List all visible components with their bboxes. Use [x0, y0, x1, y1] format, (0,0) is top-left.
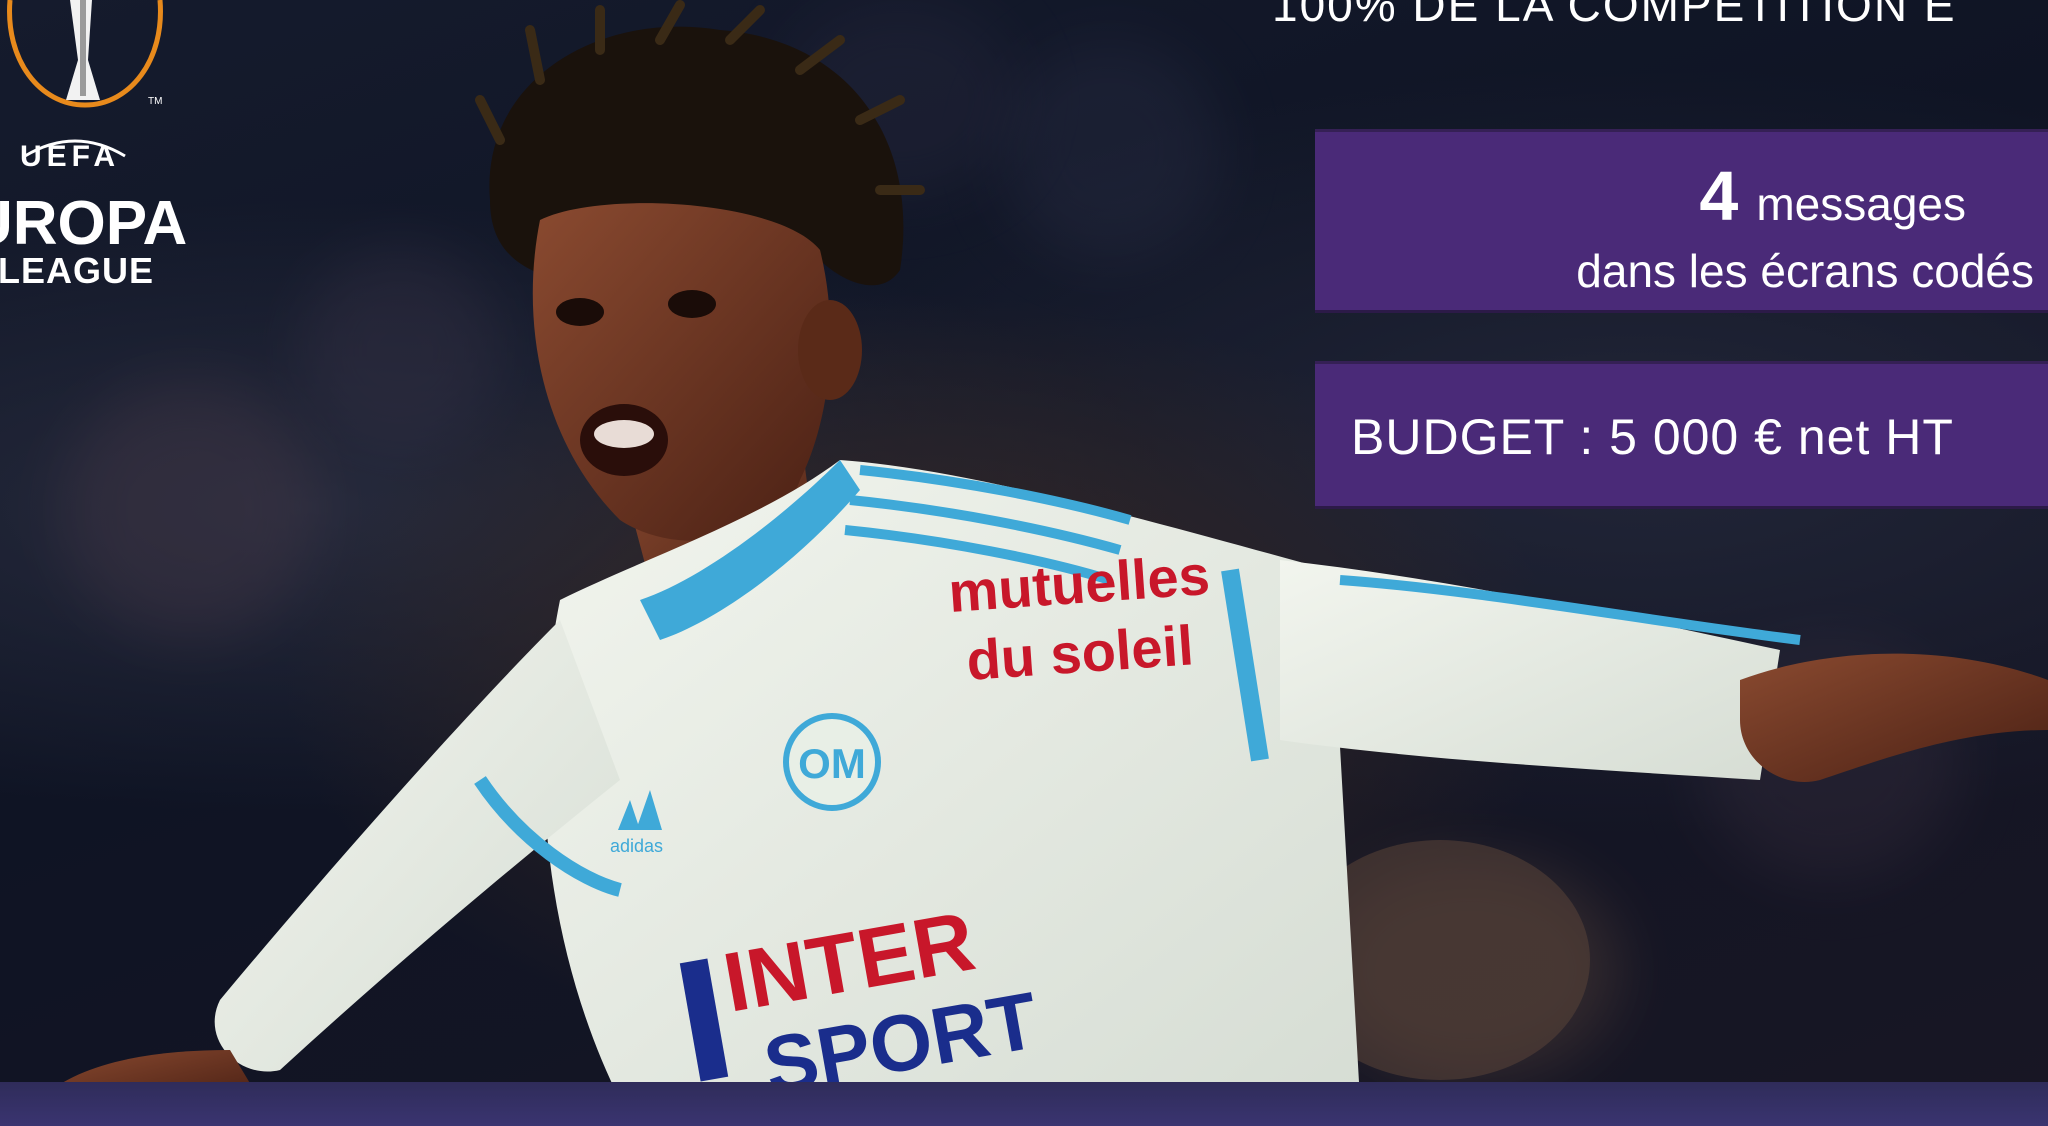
messages-count: 4 [1699, 157, 1739, 235]
messages-subtitle: dans les écrans codés [1576, 245, 2034, 297]
player-ear [798, 300, 862, 400]
club-crest-letters: OM [798, 740, 866, 787]
bottom-band [0, 1082, 2048, 1126]
player-eye-left [556, 298, 604, 326]
promo-slide: TM UEFA UROPA LEAGUE [0, 0, 2048, 1126]
messages-panel: 4 messages dans les écrans codés [1315, 129, 2048, 313]
messages-word: messages [1756, 178, 1966, 230]
player-right-sleeve [1280, 560, 1780, 780]
budget-panel: BUDGET : 5 000 € net HT [1315, 361, 2048, 509]
messages-count-line: 4 messages [1699, 156, 1966, 236]
player-face [532, 203, 831, 541]
player-eye-right [668, 290, 716, 318]
adidas-wordmark: adidas [610, 836, 663, 856]
budget-text: BUDGET : 5 000 € net HT [1351, 409, 1954, 465]
player-right-hand [1740, 653, 2048, 782]
headline-text: 100% DE LA COMPETITION E [1272, 0, 1957, 31]
player-teeth [594, 420, 654, 448]
